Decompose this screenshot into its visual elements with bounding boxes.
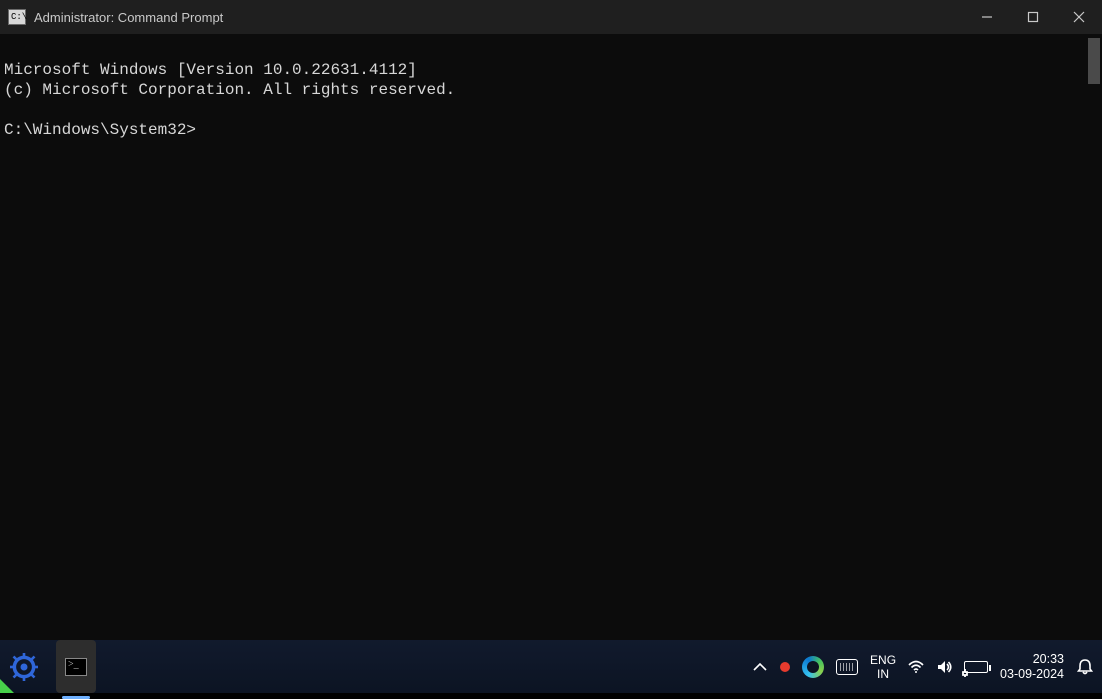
language-primary: ENG	[870, 653, 896, 667]
record-dot-icon	[780, 662, 790, 672]
close-button[interactable]	[1056, 0, 1102, 34]
window-title: Administrator: Command Prompt	[34, 10, 223, 25]
speaker-icon	[936, 659, 952, 675]
battery-charging-icon	[964, 661, 988, 673]
titlebar[interactable]: C:\ Administrator: Command Prompt	[0, 0, 1102, 34]
command-prompt-window: C:\ Administrator: Command Prompt Micros…	[0, 0, 1102, 640]
vertical-scrollbar[interactable]	[1088, 38, 1100, 84]
language-secondary: IN	[870, 667, 896, 681]
notifications-button[interactable]	[1076, 640, 1094, 693]
keyboard-icon	[836, 659, 858, 675]
terminal-line: (c) Microsoft Corporation. All rights re…	[4, 81, 455, 99]
tray-edge-app[interactable]	[802, 640, 824, 693]
touch-keyboard-button[interactable]	[836, 640, 858, 693]
taskbar: >_ ENG IN	[0, 640, 1102, 693]
terminal-line: Microsoft Windows [Version 10.0.22631.41…	[4, 61, 417, 79]
taskbar-corner-accent	[0, 679, 14, 693]
chevron-up-icon	[752, 659, 768, 675]
tray-overflow-button[interactable]	[752, 640, 768, 693]
battery-button[interactable]	[964, 640, 988, 693]
tray-recording-indicator[interactable]	[780, 640, 790, 693]
terminal-prompt: C:\Windows\System32>	[4, 121, 196, 139]
terminal-area[interactable]: Microsoft Windows [Version 10.0.22631.41…	[0, 34, 1102, 640]
edge-browser-icon	[802, 656, 824, 678]
wifi-button[interactable]	[908, 640, 924, 693]
cmd-taskbar-icon: >_	[65, 658, 87, 676]
settings-gear-icon	[10, 653, 38, 681]
bell-icon	[1076, 658, 1094, 676]
volume-button[interactable]	[936, 640, 952, 693]
minimize-button[interactable]	[964, 0, 1010, 34]
clock-time: 20:33	[1000, 652, 1064, 667]
clock-date: 03-09-2024	[1000, 667, 1064, 682]
maximize-button[interactable]	[1010, 0, 1056, 34]
wifi-icon	[908, 659, 924, 675]
cmd-app-icon: C:\	[8, 9, 26, 25]
language-switcher[interactable]: ENG IN	[870, 640, 896, 693]
clock-button[interactable]: 20:33 03-09-2024	[1000, 640, 1064, 693]
taskbar-app-cmd[interactable]: >_	[56, 640, 96, 693]
